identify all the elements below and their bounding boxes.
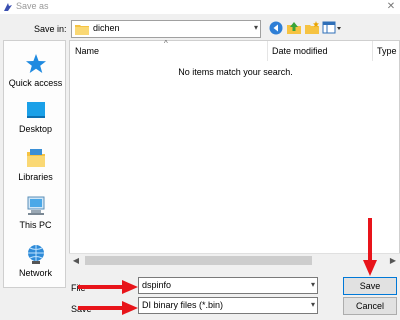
place-quick-access[interactable]: Quick access [4, 53, 67, 88]
horizontal-scrollbar[interactable]: ◀ ▶ [69, 253, 400, 267]
scroll-right-icon[interactable]: ▶ [386, 254, 400, 267]
file-name-field[interactable]: dspinfo ▾ [138, 277, 318, 294]
up-folder-icon[interactable] [286, 20, 302, 36]
title-bar: Save as ✕ [0, 0, 400, 14]
save-as-type-value: DI binary files (*.bin) [142, 300, 224, 310]
save-as-type-select[interactable]: DI binary files (*.bin) ▾ [138, 297, 318, 314]
save-in-value: dichen [93, 23, 120, 33]
place-libraries[interactable]: Libraries [4, 147, 67, 182]
annotation-arrow-icon [78, 280, 138, 294]
places-bar: Quick access Desktop Libraries This PC N… [3, 40, 66, 288]
pc-icon [27, 196, 44, 215]
column-header-type[interactable]: Type [372, 41, 400, 61]
place-label: Desktop [18, 124, 53, 134]
place-label: This PC [19, 220, 52, 230]
place-this-pc[interactable]: This PC [4, 195, 67, 230]
scrollbar-thumb[interactable] [85, 256, 312, 265]
place-label: Libraries [18, 172, 53, 182]
chevron-down-icon: ▾ [310, 300, 315, 309]
scroll-left-icon[interactable]: ◀ [69, 254, 83, 267]
new-folder-icon[interactable] [304, 20, 320, 36]
chevron-down-icon: ▾ [253, 23, 258, 32]
cancel-button[interactable]: Cancel [343, 297, 397, 315]
folder-icon [75, 25, 89, 35]
place-label: Quick access [8, 78, 63, 88]
desktop-icon [26, 102, 45, 118]
annotation-arrow-icon [78, 301, 138, 315]
place-network[interactable]: Network [4, 243, 67, 278]
back-icon[interactable] [268, 20, 284, 36]
empty-message: No items match your search. [178, 67, 293, 77]
file-name-value: dspinfo [142, 280, 172, 290]
file-list[interactable]: Name ^ Date modified Type No items match… [69, 39, 400, 267]
libraries-icon [26, 149, 45, 167]
place-label: Network [18, 268, 52, 278]
close-icon[interactable]: ✕ [384, 0, 398, 14]
annotation-arrow-icon [363, 218, 377, 276]
star-icon [25, 54, 46, 73]
column-header-name[interactable]: Name [70, 41, 272, 61]
save-in-dropdown[interactable]: dichen ▾ [71, 20, 261, 38]
network-icon [27, 245, 44, 264]
save-in-label: Save in: [34, 24, 67, 34]
app-icon [4, 3, 12, 11]
sort-caret-icon: ^ [164, 39, 168, 48]
window-title: Save as [16, 1, 49, 11]
place-desktop[interactable]: Desktop [4, 99, 67, 134]
chevron-down-icon[interactable]: ▾ [311, 280, 315, 289]
view-menu-icon[interactable] [322, 20, 342, 36]
column-header-date-modified[interactable]: Date modified [267, 41, 377, 61]
save-button[interactable]: Save [343, 277, 397, 295]
